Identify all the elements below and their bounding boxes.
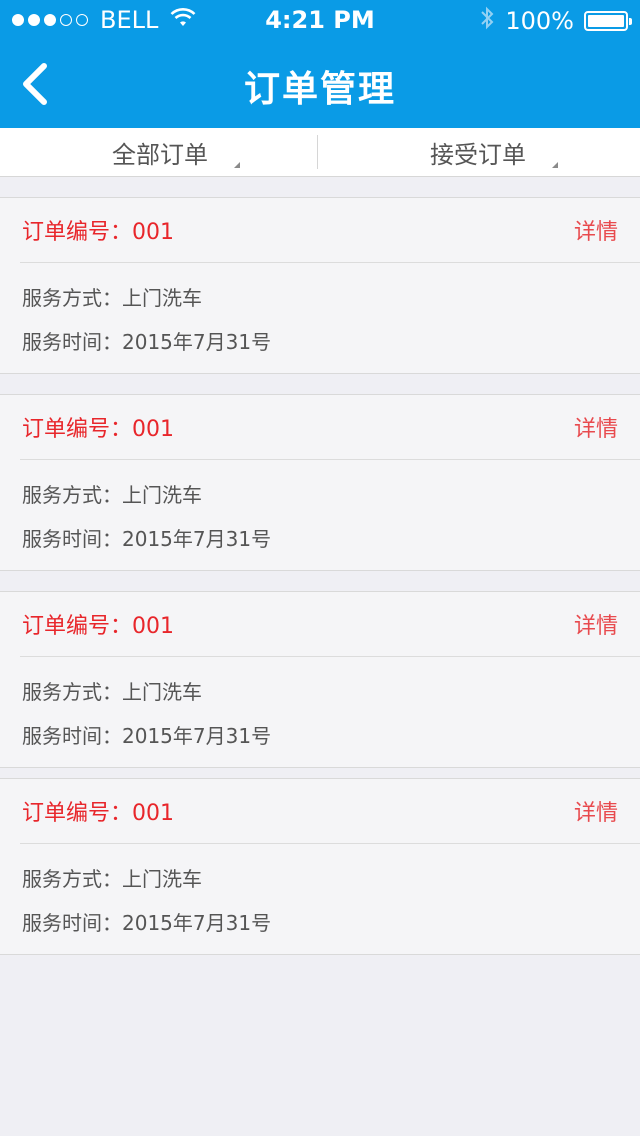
dropdown-triangle-icon bbox=[234, 162, 240, 168]
detail-link[interactable]: 详情 bbox=[574, 214, 618, 246]
battery-percent: 100% bbox=[505, 7, 574, 35]
order-number: 订单编号：001 bbox=[22, 220, 174, 245]
filter-tabs: 全部订单 接受订单 bbox=[0, 128, 640, 177]
tab-label: 全部订单 bbox=[112, 140, 208, 169]
service-method: 服务方式：上门洗车 bbox=[22, 680, 202, 704]
service-time: 服务时间：2015年7月31号 bbox=[22, 330, 272, 354]
status-right: 100% bbox=[479, 6, 632, 36]
battery-icon bbox=[584, 11, 632, 31]
divider bbox=[20, 843, 640, 844]
service-method: 服务方式：上门洗车 bbox=[22, 286, 202, 310]
service-method: 服务方式：上门洗车 bbox=[22, 483, 202, 507]
order-header: 订单编号：001 详情 bbox=[0, 779, 640, 843]
service-time: 服务时间：2015年7月31号 bbox=[22, 527, 272, 551]
detail-link[interactable]: 详情 bbox=[574, 795, 618, 827]
order-card: 订单编号：001 详情 服务方式：上门洗车 服务时间：2015年7月31号 bbox=[0, 591, 640, 768]
order-card: 订单编号：001 详情 服务方式：上门洗车 服务时间：2015年7月31号 bbox=[0, 197, 640, 374]
order-header: 订单编号：001 详情 bbox=[0, 395, 640, 459]
status-bar: BELL 4:21 PM 100% bbox=[0, 0, 640, 40]
order-header: 订单编号：001 详情 bbox=[0, 198, 640, 262]
divider bbox=[20, 656, 640, 657]
order-card: 订单编号：001 详情 服务方式：上门洗车 服务时间：2015年7月31号 bbox=[0, 778, 640, 955]
detail-link[interactable]: 详情 bbox=[574, 608, 618, 640]
tab-label: 接受订单 bbox=[430, 140, 526, 169]
order-card: 订单编号：001 详情 服务方式：上门洗车 服务时间：2015年7月31号 bbox=[0, 394, 640, 571]
order-number: 订单编号：001 bbox=[22, 614, 174, 639]
page-title: 订单管理 bbox=[243, 69, 396, 110]
dropdown-triangle-icon bbox=[552, 162, 558, 168]
tab-accepted-orders[interactable]: 接受订单 bbox=[318, 128, 638, 176]
divider bbox=[20, 262, 640, 263]
divider bbox=[20, 459, 640, 460]
bluetooth-icon bbox=[479, 6, 495, 36]
order-number: 订单编号：001 bbox=[22, 417, 174, 442]
order-header: 订单编号：001 详情 bbox=[0, 592, 640, 656]
detail-link[interactable]: 详情 bbox=[574, 411, 618, 443]
service-time: 服务时间：2015年7月31号 bbox=[22, 911, 272, 935]
order-number: 订单编号：001 bbox=[22, 801, 174, 826]
service-time: 服务时间：2015年7月31号 bbox=[22, 724, 272, 748]
service-method: 服务方式：上门洗车 bbox=[22, 867, 202, 891]
app-header: BELL 4:21 PM 100% 订单管理 bbox=[0, 0, 640, 128]
tab-all-orders[interactable]: 全部订单 bbox=[0, 128, 320, 176]
